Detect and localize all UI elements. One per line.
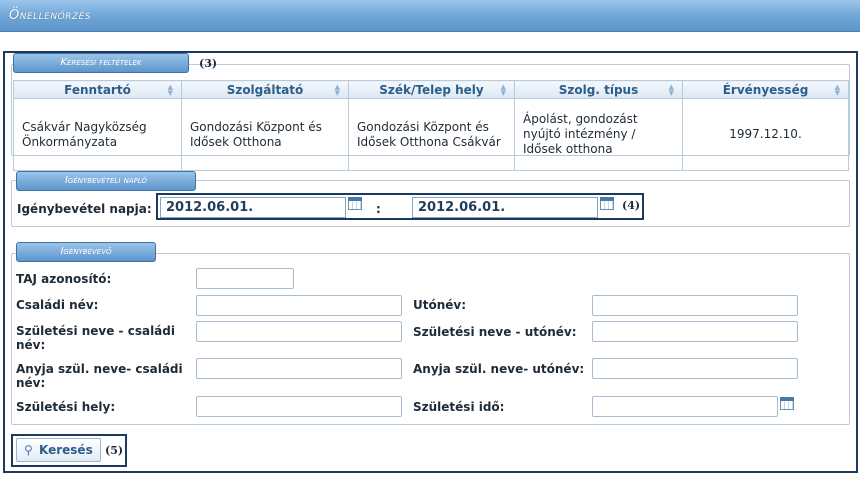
cell-location: Gondozási Központ és Idősek Otthona Csák…: [348, 98, 515, 171]
search-button[interactable]: ⚲ Keresés: [16, 438, 101, 462]
birth-date-input[interactable]: [592, 396, 778, 417]
search-button-label: Keresés: [39, 443, 93, 457]
taj-input[interactable]: [196, 268, 294, 289]
table-row[interactable]: Csákvár Nagyközség Önkormányzata Gondozá…: [13, 98, 849, 171]
column-header[interactable]: Szék/Telep hely ▲ ▼: [348, 80, 515, 99]
date-from-input[interactable]: 2012.06.01.: [160, 197, 346, 218]
claim-date-label: Igénybevétel napja:: [17, 202, 152, 216]
sort-icon[interactable]: ▲ ▼: [168, 84, 173, 97]
family-name-input[interactable]: [196, 295, 402, 316]
birth-given-label: Születési neve - utónév:: [413, 325, 577, 339]
cell-validity: 1997.12.10.: [682, 98, 849, 171]
marker-4: (4): [622, 199, 641, 212]
page-title: Önellenőrzés: [9, 8, 92, 23]
column-header[interactable]: Érvényesség ▲ ▼: [682, 80, 849, 99]
given-name-label: Utónév:: [413, 298, 467, 312]
marker-3: (3): [199, 57, 218, 70]
column-header[interactable]: Szolg. típus ▲ ▼: [514, 80, 683, 99]
family-name-label: Családi név:: [16, 298, 99, 312]
birth-family-label: Születési neve - családi név:: [16, 324, 175, 352]
search-criteria-legend: Keresési feltételek: [13, 53, 189, 73]
mother-family-label: Anyja szül. neve- családi név:: [16, 362, 183, 390]
calendar-icon[interactable]: [600, 197, 614, 210]
title-bar: Önellenőrzés: [0, 0, 860, 32]
claimant-legend: Igénybevevő: [16, 242, 156, 262]
sort-icon[interactable]: ▲ ▼: [501, 84, 506, 97]
calendar-icon[interactable]: [348, 197, 362, 210]
results-table: Fenntartó ▲ ▼ Szolgáltató ▲ ▼ Szék/Telep hel…: [13, 80, 849, 171]
sort-icon[interactable]: ▲ ▼: [835, 84, 840, 97]
marker-5: (5): [105, 444, 124, 457]
cell-maintainer: Csákvár Nagyközség Önkormányzata: [13, 98, 182, 171]
birth-given-input[interactable]: [592, 321, 798, 342]
date-separator: :: [376, 202, 381, 216]
birth-place-label: Születési hely:: [16, 400, 116, 414]
sort-icon[interactable]: ▲ ▼: [335, 84, 340, 97]
claim-log-legend: Igénybevételi napló: [16, 171, 196, 191]
birth-family-input[interactable]: [196, 321, 402, 342]
magnifier-icon: ⚲: [24, 443, 33, 457]
column-header[interactable]: Fenntartó ▲ ▼: [13, 80, 182, 99]
mother-given-input[interactable]: [592, 358, 798, 379]
sort-icon[interactable]: ▲ ▼: [669, 84, 674, 97]
given-name-input[interactable]: [592, 295, 798, 316]
table-header-row: Fenntartó ▲ ▼ Szolgáltató ▲ ▼ Szék/Telep hel…: [13, 80, 849, 99]
calendar-icon[interactable]: [780, 397, 794, 410]
birth-place-input[interactable]: [196, 396, 402, 417]
mother-given-label: Anyja szül. neve- utónév:: [413, 362, 585, 376]
date-to-input[interactable]: 2012.06.01.: [412, 197, 598, 218]
column-header[interactable]: Szolgáltató ▲ ▼: [181, 80, 349, 99]
birth-date-label: Születési idő:: [413, 400, 505, 414]
cell-service-type: Ápolást, gondozást nyújtó intézmény / Id…: [514, 98, 683, 171]
cell-provider: Gondozási Központ és Idősek Otthona: [181, 98, 349, 171]
taj-label: TAJ azonosító:: [16, 272, 112, 286]
mother-family-input[interactable]: [196, 358, 402, 379]
